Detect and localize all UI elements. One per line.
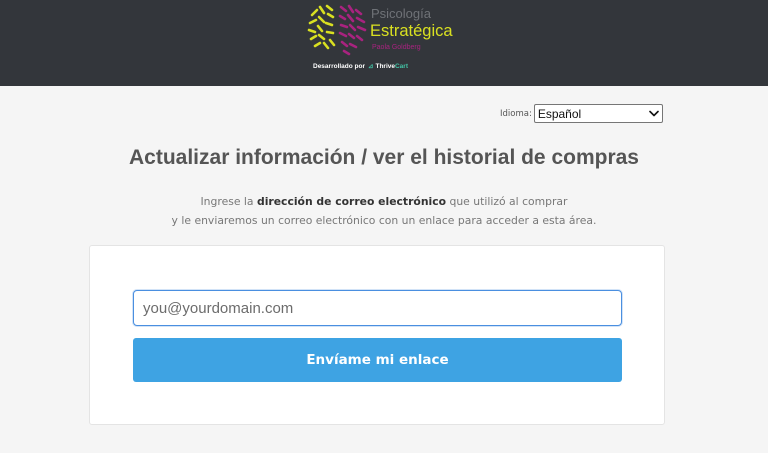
powered-by-brand-first: Thrive bbox=[375, 63, 395, 70]
language-picker: Idioma: Español bbox=[500, 104, 663, 123]
logo-text-line1: Psicología bbox=[371, 6, 431, 21]
chevron-down-icon bbox=[649, 110, 659, 117]
instructions-line1-pre: Ingrese la bbox=[200, 195, 257, 208]
language-label: Idioma: bbox=[500, 108, 532, 119]
page-title: Actualizar información / ver el historia… bbox=[129, 146, 639, 169]
send-link-button[interactable]: Envíame mi enlace bbox=[133, 338, 622, 382]
instructions-line1-post: que utilizó al comprar bbox=[446, 195, 568, 208]
site-header: Psicología Estratégica Paola Goldberg De… bbox=[0, 0, 768, 86]
logo-text-line3: Paola Goldberg bbox=[372, 44, 421, 51]
instructions-line2: y le enviaremos un correo electrónico co… bbox=[171, 214, 597, 227]
language-selected-value: Español bbox=[537, 107, 582, 121]
login-card: Envíame mi enlace bbox=[89, 245, 665, 425]
powered-by[interactable]: Desarrollado por ⊿ ThriveCart bbox=[313, 61, 408, 73]
powered-by-brand-second: Cart bbox=[394, 63, 408, 70]
language-select[interactable]: Español bbox=[533, 104, 663, 123]
instructions-line1-bold: dirección de correo electrónico bbox=[256, 195, 447, 208]
brain-logo-icon bbox=[307, 4, 367, 56]
powered-by-prefix: Desarrollado por bbox=[313, 63, 366, 70]
email-input[interactable] bbox=[133, 290, 622, 326]
brand-logo[interactable]: Psicología Estratégica Paola Goldberg bbox=[306, 1, 466, 57]
thrivecart-logo-icon: ⊿ bbox=[368, 63, 374, 70]
logo-text-line2: Estratégica bbox=[370, 22, 453, 40]
instructions-line1: Ingrese la dirección de correo electróni… bbox=[0, 194, 768, 210]
